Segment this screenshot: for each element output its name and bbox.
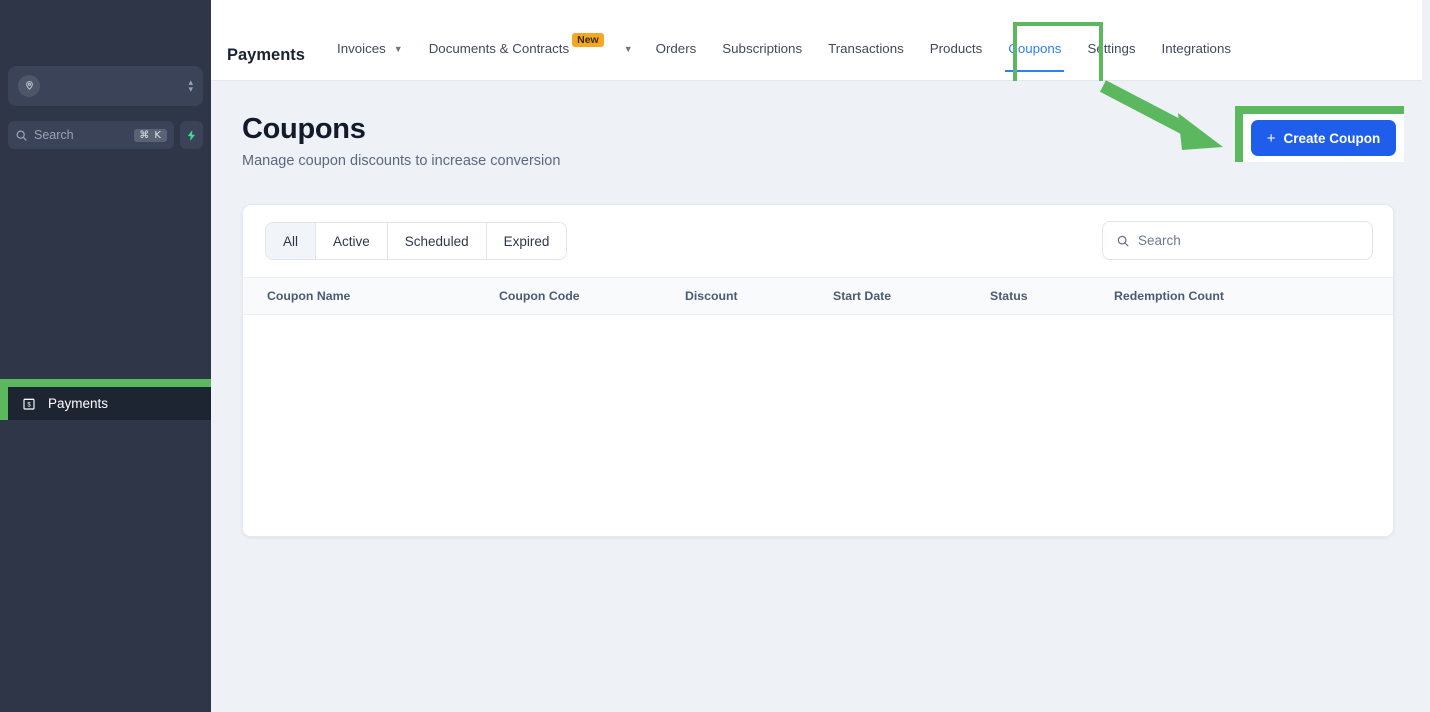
svg-text:$: $ (27, 402, 31, 408)
location-pin-avatar-icon (18, 75, 40, 97)
annotation-box-sidebar-payments: $ Payments (0, 379, 211, 420)
card-toolbar: All Active Scheduled Expired Search (243, 205, 1393, 277)
column-header-start-date: Start Date (833, 289, 892, 303)
filter-tab-active[interactable]: Active (316, 223, 388, 259)
nav-item-label: Integrations (1161, 41, 1231, 56)
column-header-discount: Discount (685, 289, 738, 303)
nav-item-invoices[interactable]: Invoices ▼ (324, 0, 416, 81)
nav-item-subscriptions[interactable]: Subscriptions (709, 0, 815, 81)
search-shortcut-badge: ⌘ K (134, 128, 167, 142)
search-input[interactable]: Search ⌘ K (8, 121, 174, 149)
brand-title: Payments (227, 46, 305, 64)
nav-item-label: Settings (1087, 41, 1136, 56)
create-coupon-button[interactable]: + Create Coupon (1251, 120, 1396, 156)
filter-tab-scheduled[interactable]: Scheduled (387, 223, 487, 259)
filter-tabs: All Active Scheduled Expired (265, 222, 568, 260)
payments-bill-icon: $ (21, 396, 37, 412)
nav-items: Invoices ▼ Documents & Contracts New ▼ O… (324, 0, 1244, 81)
nav-item-label: Products (929, 41, 983, 56)
annotation-box-create-coupon: + Create Coupon (1235, 106, 1404, 162)
filter-tab-expired[interactable]: Expired (486, 223, 567, 259)
nav-item-documents-dropdown[interactable]: ▼ (614, 0, 643, 81)
nav-item-transactions[interactable]: Transactions (815, 0, 917, 81)
nav-item-products[interactable]: Products (917, 0, 995, 81)
search-icon (15, 129, 28, 142)
chevron-down-icon: ▼ (393, 43, 403, 54)
nav-item-label: Documents & Contracts (428, 41, 570, 56)
create-coupon-label: Create Coupon (1283, 130, 1381, 146)
top-navigation-bar: Payments Invoices ▼ Documents & Contract… (211, 0, 1422, 81)
filter-tab-label: Expired (503, 233, 550, 249)
sidebar-item-label: Payments (48, 396, 109, 411)
create-coupon-inner-ring: + Create Coupon (1243, 114, 1404, 162)
column-header-coupon-code: Coupon Code (499, 289, 580, 303)
nav-item-label: Orders (655, 41, 697, 56)
chevron-down-icon: ▼ (623, 43, 633, 54)
filter-tab-label: Active (333, 233, 370, 249)
table-header-row: Coupon Name Coupon Code Discount Start D… (243, 277, 1393, 315)
search-icon (1116, 234, 1130, 248)
table-body-empty (243, 315, 1393, 536)
page-title: Coupons (242, 113, 366, 145)
nav-item-label: Subscriptions (722, 41, 803, 56)
sidebar-search-row: Search ⌘ K (8, 121, 203, 149)
sidebar: ▴ ▾ Search ⌘ K $ Payments (0, 0, 211, 712)
column-header-redemption-count: Redemption Count (1114, 289, 1224, 303)
nav-item-label: Invoices (337, 41, 386, 56)
filter-tab-all[interactable]: All (266, 223, 317, 259)
coupons-search-input[interactable]: Search (1102, 221, 1373, 260)
lightning-bolt-icon[interactable] (180, 121, 203, 149)
search-placeholder: Search (34, 128, 74, 142)
new-badge: New (572, 32, 604, 47)
nav-item-coupons[interactable]: Coupons (995, 0, 1074, 81)
filter-tab-label: All (283, 233, 299, 249)
main-content: Coupons Manage coupon discounts to incre… (211, 81, 1430, 712)
nav-item-settings[interactable]: Settings (1074, 0, 1148, 81)
app-root: ▴ ▾ Search ⌘ K $ Payments Payments Invoi… (0, 0, 1430, 712)
column-header-status: Status (990, 289, 1028, 303)
nav-item-label: Coupons (1008, 41, 1062, 56)
nav-item-orders[interactable]: Orders (643, 0, 710, 81)
nav-item-label: Transactions (828, 41, 904, 56)
nav-item-documents-contracts[interactable]: Documents & Contracts New (416, 0, 614, 81)
column-header-coupon-name: Coupon Name (267, 289, 351, 303)
page-subtitle: Manage coupon discounts to increase conv… (242, 153, 561, 169)
sidebar-item-payments[interactable]: $ Payments (8, 387, 211, 420)
chevron-updown-icon: ▴ ▾ (188, 77, 193, 94)
coupons-search-placeholder: Search (1138, 233, 1181, 248)
filter-tab-label: Scheduled (404, 233, 469, 249)
plus-icon: + (1266, 129, 1276, 147)
coupons-card: All Active Scheduled Expired Search Coup… (242, 204, 1394, 537)
workspace-selector[interactable]: ▴ ▾ (8, 66, 203, 106)
nav-item-integrations[interactable]: Integrations (1149, 0, 1244, 81)
